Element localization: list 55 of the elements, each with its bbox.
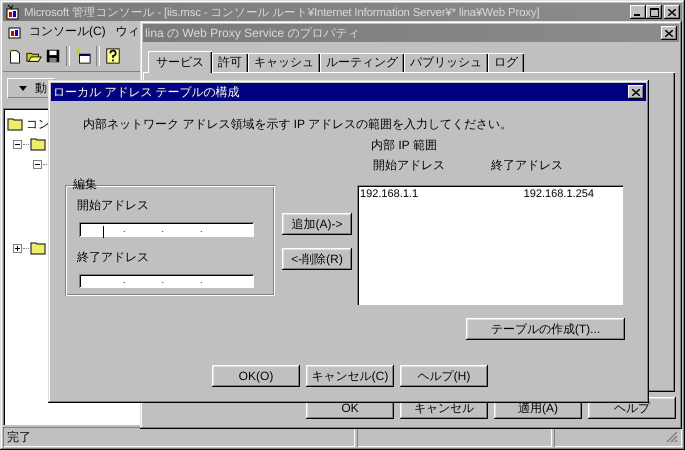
menu-item[interactable]: コンソール(C) bbox=[25, 22, 110, 40]
field-label: 開始アドレス bbox=[77, 197, 150, 214]
ip-separator: . bbox=[162, 276, 164, 286]
status-text: 完了 bbox=[3, 427, 355, 447]
remove-button[interactable]: <-削除(R) bbox=[282, 248, 352, 270]
close-icon bbox=[665, 30, 673, 36]
ip-separator: . bbox=[200, 276, 203, 286]
folder-icon bbox=[7, 117, 23, 131]
group-label: 編集 bbox=[72, 176, 98, 193]
instruction-text: 内部ネットワーク アドレス領域を示す IP アドレスの範囲を入力してください。 bbox=[83, 116, 514, 133]
ip-separator: . bbox=[162, 224, 164, 234]
text-cursor bbox=[103, 226, 104, 238]
close-icon bbox=[632, 88, 640, 96]
tab[interactable]: パブリッシュ bbox=[404, 53, 488, 72]
new-window-icon[interactable] bbox=[75, 48, 91, 64]
add-button[interactable]: 追加(A)-> bbox=[282, 213, 352, 235]
ip-address-field[interactable]: . . . bbox=[79, 222, 254, 236]
tab[interactable]: ルーティング bbox=[320, 53, 404, 72]
tab[interactable]: ログ bbox=[488, 53, 524, 72]
close-icon bbox=[668, 8, 676, 16]
create-table-button[interactable]: テーブルの作成(T)... bbox=[466, 318, 625, 340]
close-button[interactable] bbox=[628, 85, 644, 99]
dialog-button[interactable]: キャンセル(C) bbox=[306, 365, 394, 387]
range-list[interactable]: 192.168.1.1 192.168.1.254 bbox=[357, 185, 623, 305]
help-icon[interactable] bbox=[105, 48, 121, 64]
tab[interactable]: 許可 bbox=[212, 53, 248, 72]
new-document-icon[interactable] bbox=[7, 48, 23, 64]
tab[interactable]: キャッシュ bbox=[248, 53, 320, 72]
menu-item[interactable]: ウィ bbox=[112, 22, 144, 40]
resize-grip-icon[interactable] bbox=[666, 431, 678, 443]
expand-toggle[interactable] bbox=[13, 140, 22, 148]
column-header: 開始アドレス bbox=[373, 157, 445, 174]
action-menu[interactable]: 動 bbox=[7, 78, 55, 98]
folder-icon bbox=[30, 137, 46, 151]
app-icon bbox=[5, 4, 21, 20]
window-title: lina の Web Proxy Service のプロパティ bbox=[145, 24, 360, 42]
window-title: Microsoft 管理コンソール - [iis.msc - コンソール ルート¥Internet Information Server¥* lina¥Web Proxy] bbox=[24, 6, 540, 20]
dialog-button[interactable]: ヘルプ(H) bbox=[400, 365, 488, 387]
dropdown-arrow-icon bbox=[19, 86, 27, 90]
column-header: 終了アドレス bbox=[491, 157, 563, 174]
ip-address-field[interactable]: . . . bbox=[79, 274, 254, 288]
ip-separator: . bbox=[200, 224, 203, 234]
window-title: ローカル アドレス テーブルの構成 bbox=[53, 84, 241, 100]
expand-toggle[interactable] bbox=[33, 160, 42, 168]
list-cell: 192.168.1.1 bbox=[360, 188, 418, 200]
maximize-icon bbox=[650, 8, 658, 16]
dialog-button[interactable]: OK(O) bbox=[212, 365, 300, 387]
expand-toggle[interactable] bbox=[13, 244, 22, 252]
folder-icon bbox=[30, 241, 46, 255]
ip-separator: . bbox=[123, 224, 126, 234]
tab[interactable]: サービス bbox=[148, 51, 212, 73]
ip-separator: . bbox=[123, 276, 126, 286]
list-cell: 192.168.1.254 bbox=[524, 188, 594, 200]
range-heading: 内部 IP 範囲 bbox=[371, 137, 438, 154]
field-label: 終了アドレス bbox=[77, 248, 150, 266]
